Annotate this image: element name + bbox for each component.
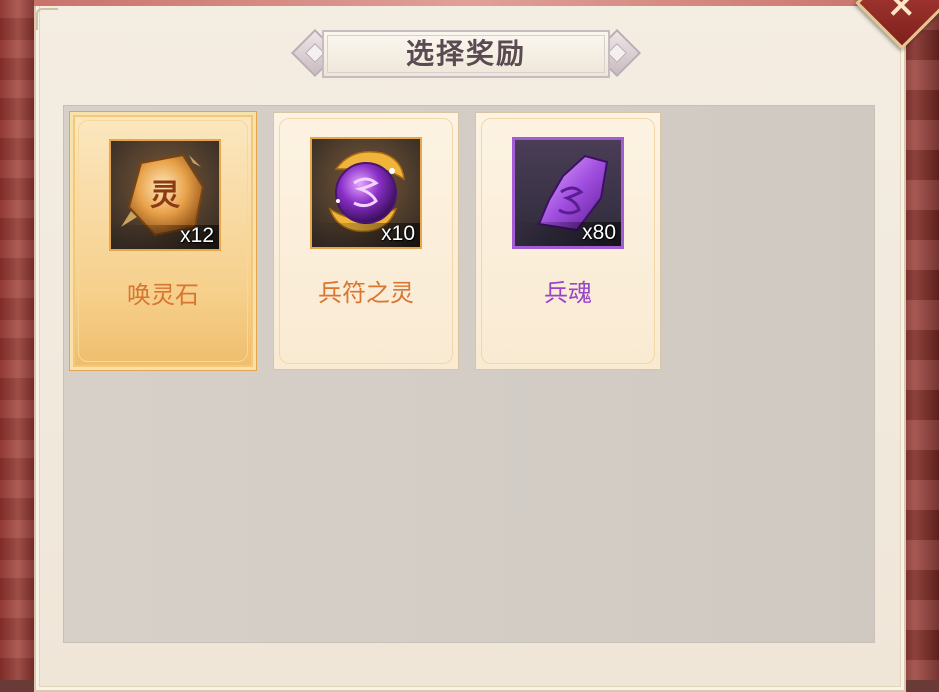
item-icon-frame: x80 (512, 137, 624, 249)
item-icon-frame: 灵 x12 (109, 139, 221, 251)
reward-item-card[interactable]: 灵 x12 唤灵石 (70, 112, 256, 370)
reward-item-card[interactable]: x10 兵符之灵 (273, 112, 459, 370)
corner-ornament (36, 8, 58, 30)
title-banner: 选择奖励 (290, 28, 642, 82)
item-quantity: x80 (582, 221, 616, 244)
reward-item-card[interactable]: x80 兵魂 (475, 112, 661, 370)
dialog-title: 选择奖励 (405, 37, 526, 70)
item-name: 唤灵石 (127, 281, 199, 309)
item-quantity: x10 (381, 222, 415, 245)
svg-text:灵: 灵 (150, 178, 180, 213)
item-icon-frame: x10 (310, 137, 422, 249)
item-name: 兵魂 (544, 279, 592, 307)
item-quantity: x12 (180, 224, 214, 247)
dialog-top-band (34, 0, 902, 6)
background-left (0, 0, 36, 680)
item-name: 兵符之灵 (318, 279, 414, 307)
